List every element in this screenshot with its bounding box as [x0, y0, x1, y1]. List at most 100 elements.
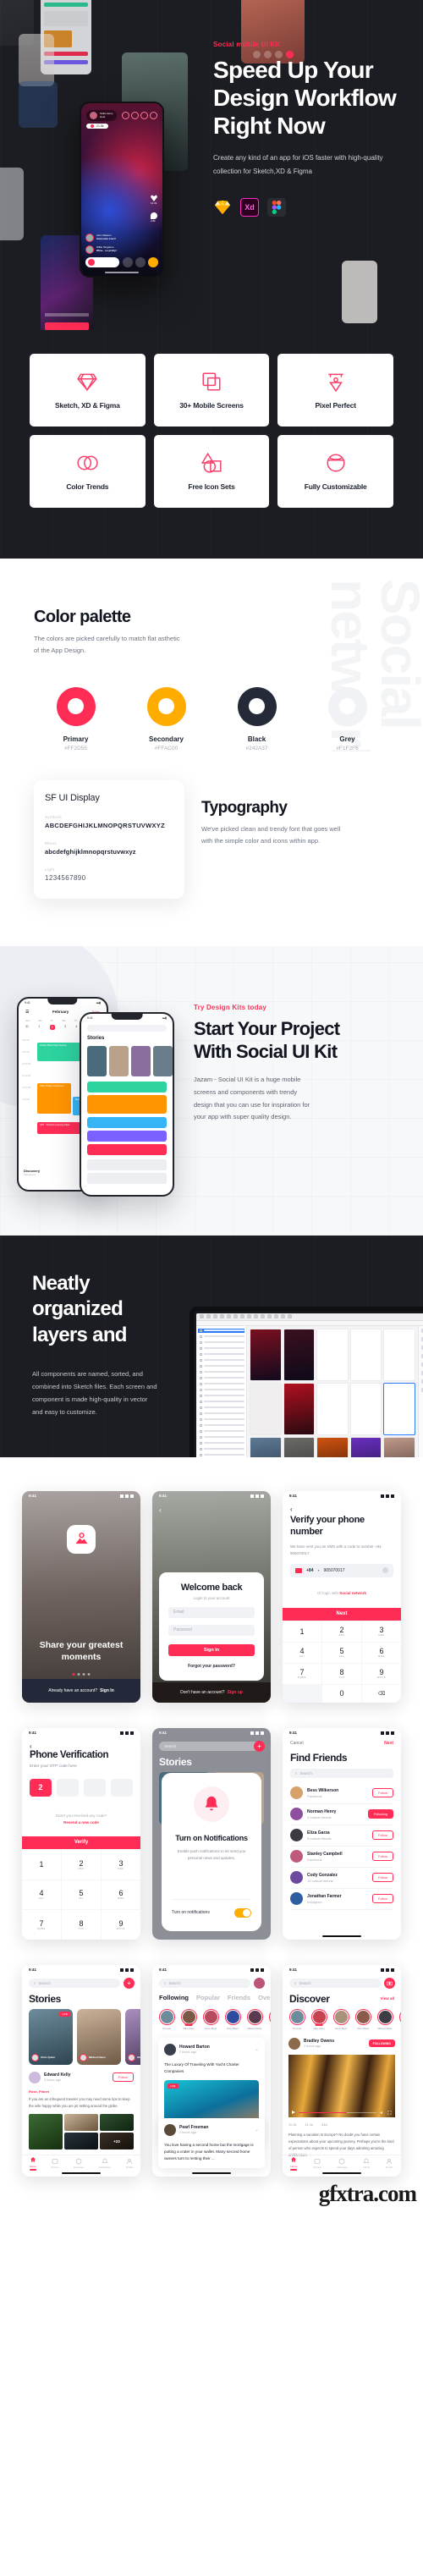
story-card[interactable]: LIVE Chris Quinn	[29, 2008, 73, 2065]
follow-button[interactable]: Follow	[372, 1830, 393, 1841]
sign-in-link[interactable]: Sign In	[100, 1688, 114, 1693]
profile-avatar[interactable]	[254, 1977, 265, 1989]
key-4[interactable]: 4 GHI	[283, 1642, 321, 1663]
video-controls[interactable]	[292, 2111, 392, 2115]
search-input[interactable]: ⌕ Search	[29, 1978, 120, 1988]
story-avatar[interactable]: Victor Black	[223, 2008, 242, 2030]
onboarding-dots[interactable]	[72, 1672, 91, 1676]
search-input[interactable]: ⌕ Search	[290, 1768, 393, 1778]
tab-following[interactable]: Following	[159, 1994, 189, 2001]
more-icon[interactable]: ⌄	[255, 2127, 259, 2133]
otp-digit[interactable]	[57, 1778, 79, 1797]
cancel-button[interactable]: Cancel	[290, 1741, 304, 1746]
key-7[interactable]: 7 PQRS	[283, 1663, 321, 1684]
feature-card[interactable]: 30+ Mobile Screens	[153, 354, 270, 427]
numeric-keypad[interactable]: 1 2 ABC 3 DEF 4 GHI 5 JKL 6 MNO 7 PQRS 8 TUV 9W…	[22, 1848, 140, 1940]
tab-message[interactable]: Message	[337, 2158, 348, 2169]
feed-tabs[interactable]: Following Popular Friends Ove	[159, 1994, 271, 2001]
verify-button[interactable]: Verify	[22, 1836, 140, 1849]
feature-card[interactable]: Color Trends	[30, 435, 146, 508]
tab-bar[interactable]: Home Stories Message Notification Profil…	[22, 2154, 140, 2171]
password-field[interactable]: Password	[168, 1624, 255, 1636]
follow-button[interactable]: Follow	[372, 1788, 393, 1798]
story-avatar[interactable]: Kevin Boyd	[201, 2008, 220, 2030]
list-item[interactable]: Norman Henry 4 mutual friends Following	[290, 1804, 393, 1825]
otp-digit[interactable]: 2	[30, 1778, 52, 1797]
following-button[interactable]: Following	[367, 1809, 393, 1819]
key-9[interactable]: 9 WXYZ	[362, 1663, 401, 1684]
resend-link[interactable]: Resend a new code	[63, 1820, 99, 1825]
key-2[interactable]: 2 ABC	[322, 1621, 361, 1642]
key-6[interactable]: 6 MNO	[102, 1880, 140, 1910]
progress-slider[interactable]	[299, 2111, 376, 2114]
backspace-icon[interactable]: ⌫	[362, 1684, 401, 1703]
tab-home[interactable]: Home	[30, 2156, 36, 2171]
story-avatar[interactable]: Jane	[267, 2008, 271, 2030]
tab-stories[interactable]: Stories	[51, 2158, 58, 2169]
list-item[interactable]: Stanley Campbell Facebook Follow	[290, 1847, 393, 1868]
key-1[interactable]: 1	[283, 1621, 321, 1642]
camera-icon[interactable]	[384, 1977, 395, 1989]
key-3[interactable]: 3 DEF	[102, 1849, 140, 1880]
screen-phone-verification[interactable]: 9:41 ‹ Phone Verification Enter your OTP…	[22, 1727, 140, 1940]
play-icon[interactable]	[292, 2111, 295, 2115]
key-5[interactable]: 5 JKL	[62, 1880, 101, 1910]
tab-bar[interactable]: Home Stories Message Notify Profile	[283, 2154, 401, 2171]
tab-profile[interactable]: Profile	[126, 2158, 133, 2169]
tab-overseas[interactable]: Ove	[258, 1994, 270, 2001]
back-icon[interactable]: ‹	[159, 1506, 162, 1514]
forgot-password-link[interactable]: Forgot your password?	[168, 1664, 255, 1669]
key-3[interactable]: 3 DEF	[362, 1621, 401, 1642]
onboarding-footer[interactable]: Already have an account? Sign In	[22, 1678, 140, 1703]
follow-button[interactable]: Follow	[113, 2072, 134, 2083]
tab-friends[interactable]: Friends	[228, 1994, 250, 2001]
search-input[interactable]: ⌕ Search	[159, 1978, 250, 1988]
key-7[interactable]: 7 PQRS	[22, 1910, 61, 1940]
story-avatars[interactable]: Thomas LIVE Mike West Kevin Boyd Victor B…	[288, 2008, 401, 2030]
feature-card[interactable]: Pixel Perfect	[277, 354, 393, 427]
story-thumbs[interactable]	[87, 1045, 173, 1076]
notification-toggle-row[interactable]: Turn on notifications	[172, 1898, 251, 1918]
story-card[interactable]: Mildred Owen	[77, 2008, 121, 2065]
story-avatar[interactable]: Mildred White	[245, 2008, 264, 2030]
story-avatar[interactable]: LIVE Mike West	[310, 2008, 328, 2030]
key-8[interactable]: 8 TUV	[62, 1910, 101, 1940]
feature-card[interactable]: Free Icon Sets	[153, 435, 270, 508]
story-avatar[interactable]: Thomas	[157, 2008, 176, 2030]
tab-stories[interactable]: Stories	[313, 2158, 321, 2169]
key-5[interactable]: 5 JKL	[322, 1642, 361, 1663]
screen-verify-phone[interactable]: 9:41 ‹ Verify your phone number We have …	[283, 1490, 401, 1703]
tab-notification[interactable]: Notify	[363, 2158, 370, 2169]
phone-input[interactable]: +84 ▾ 905070017	[290, 1563, 393, 1577]
tab-home[interactable]: Home	[290, 2156, 297, 2171]
search-input[interactable]	[87, 1024, 167, 1032]
screen-find-friends[interactable]: 9:41 Cancel Next Find Friends ⌕ Search B…	[283, 1727, 401, 1940]
sketch-toolbar[interactable]	[196, 1313, 423, 1321]
feature-card[interactable]: Fully Customizable	[277, 435, 393, 508]
tab-message[interactable]: Message	[74, 2158, 84, 2169]
post-image-grid[interactable]: +23	[29, 2114, 134, 2150]
video-player[interactable]	[288, 2054, 395, 2117]
search-input[interactable]: ⌕ Search	[289, 1978, 381, 1988]
story-card[interactable]: Ola Reid	[125, 2008, 140, 2065]
chevron-left-icon[interactable]: ‹	[30, 1742, 32, 1750]
email-field[interactable]: Email	[168, 1606, 255, 1618]
tab-profile[interactable]: Profile	[386, 2158, 393, 2169]
more-icon[interactable]: ⌄	[255, 2046, 259, 2052]
add-button[interactable]: +	[124, 1977, 135, 1989]
follow-button[interactable]: Follow	[372, 1873, 393, 1883]
story-cards[interactable]: LIVE Chris Quinn Mildred Owen Ola Reid	[29, 2008, 140, 2065]
more-count[interactable]: +23	[100, 2133, 134, 2150]
key-9[interactable]: 9 WXYZ	[102, 1910, 140, 1940]
screen-stories-feed[interactable]: 9:41 ⌕ Search + Stories LIVE Chris Quinn	[22, 1964, 140, 2177]
feature-card[interactable]: Sketch, XD & Figma	[30, 354, 146, 427]
sketch-layers-panel[interactable]	[196, 1325, 247, 1457]
story-avatar[interactable]: Mildred White	[376, 2008, 394, 2030]
social-network-link[interactable]: Social network	[339, 1591, 366, 1595]
view-all-link[interactable]: View all	[381, 1996, 394, 2001]
next-button[interactable]: Next	[283, 1607, 401, 1621]
follow-button[interactable]: Follow	[372, 1852, 393, 1862]
otp-digit[interactable]	[111, 1778, 133, 1797]
tab-notification[interactable]: Notification	[98, 2158, 111, 2169]
story-avatar[interactable]: Kevin Boyd	[332, 2008, 350, 2030]
